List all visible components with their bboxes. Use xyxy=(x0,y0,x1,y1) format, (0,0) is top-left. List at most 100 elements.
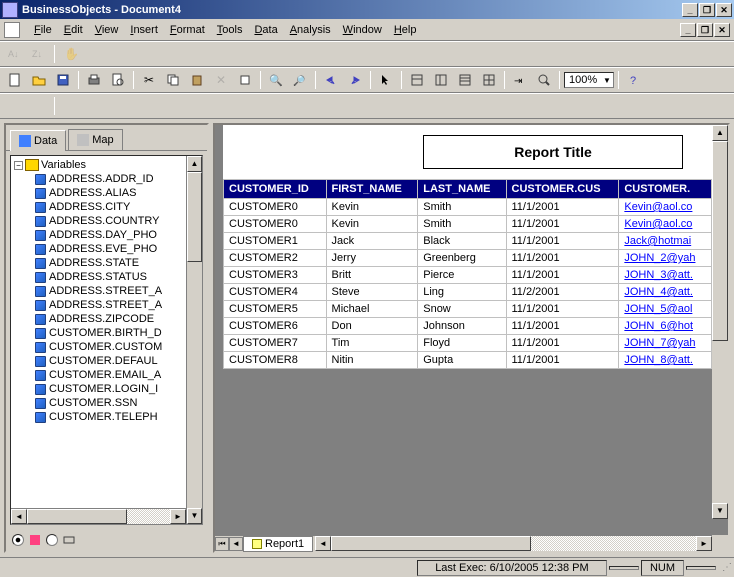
minimize-button[interactable]: _ xyxy=(682,3,698,17)
table-cell[interactable]: Smith xyxy=(418,216,506,233)
view1-button[interactable] xyxy=(406,69,428,91)
tree-item[interactable]: ADDRESS.STATUS xyxy=(13,270,200,284)
table-cell[interactable]: 11/1/2001 xyxy=(506,216,619,233)
tool-c-button[interactable] xyxy=(59,95,81,117)
menu-file[interactable]: File xyxy=(28,22,58,38)
table-row[interactable]: CUSTOMER0KevinSmith11/1/2001Kevin@aol.co xyxy=(224,199,712,216)
tab-nav-first[interactable]: ⏮ xyxy=(215,537,229,551)
tree-item[interactable]: CUSTOMER.CUSTOM xyxy=(13,340,200,354)
table-cell[interactable]: Kevin xyxy=(326,199,418,216)
data-tab[interactable]: Data xyxy=(10,130,66,151)
radio2[interactable] xyxy=(46,534,58,546)
table-cell[interactable]: 11/2/2001 xyxy=(506,284,619,301)
email-link[interactable]: JOHN_4@att. xyxy=(619,284,712,301)
tree-item[interactable]: ADDRESS.DAY_PHO xyxy=(13,228,200,242)
find-next-button[interactable]: 🔎 xyxy=(289,69,311,91)
scroll-left-button[interactable]: ◄ xyxy=(11,509,27,524)
tool-a-button[interactable] xyxy=(4,95,26,117)
email-link[interactable]: JOHN_5@aol xyxy=(619,301,712,318)
email-link[interactable]: Jack@hotmai xyxy=(619,233,712,250)
report-area[interactable]: Report Title CUSTOMER_IDFIRST_NAMELAST_N… xyxy=(215,125,728,535)
table-cell[interactable]: 11/1/2001 xyxy=(506,250,619,267)
table-cell[interactable]: CUSTOMER0 xyxy=(224,216,327,233)
menu-format[interactable]: Format xyxy=(164,22,211,38)
table-row[interactable]: CUSTOMER7TimFloyd11/1/2001JOHN_7@yah xyxy=(224,335,712,352)
column-header[interactable]: CUSTOMER. xyxy=(619,180,712,199)
table-cell[interactable]: CUSTOMER7 xyxy=(224,335,327,352)
tree-item[interactable]: ADDRESS.STREET_A xyxy=(13,284,200,298)
copy-button[interactable] xyxy=(162,69,184,91)
tree-item[interactable]: ADDRESS.EVE_PHO xyxy=(13,242,200,256)
print-button[interactable] xyxy=(83,69,105,91)
tree-vscrollbar[interactable]: ▲ ▼ xyxy=(186,156,202,524)
tree-item[interactable]: ADDRESS.ALIAS xyxy=(13,186,200,200)
tree-item[interactable]: ADDRESS.CITY xyxy=(13,200,200,214)
mdi-restore-button[interactable]: ❐ xyxy=(697,23,713,37)
email-link[interactable]: JOHN_3@att. xyxy=(619,267,712,284)
column-header[interactable]: CUSTOMER_ID xyxy=(224,180,327,199)
table-cell[interactable]: Kevin xyxy=(326,216,418,233)
close-button[interactable]: ✕ xyxy=(716,3,732,17)
mdi-close-button[interactable]: ✕ xyxy=(714,23,730,37)
tree-item[interactable]: ADDRESS.ADDR_ID xyxy=(13,172,200,186)
table-row[interactable]: CUSTOMER3BrittPierce11/1/2001JOHN_3@att. xyxy=(224,267,712,284)
table-row[interactable]: CUSTOMER2JerryGreenberg11/1/2001JOHN_2@y… xyxy=(224,250,712,267)
table-cell[interactable]: 11/1/2001 xyxy=(506,335,619,352)
variables-tree[interactable]: − Variables ADDRESS.ADDR_IDADDRESS.ALIAS… xyxy=(10,155,203,525)
zoom-dropdown-icon[interactable]: ▼ xyxy=(603,76,611,85)
table-cell[interactable]: 11/1/2001 xyxy=(506,267,619,284)
zoom-tool-button[interactable] xyxy=(533,69,555,91)
print-preview-button[interactable] xyxy=(107,69,129,91)
tree-hscrollbar[interactable]: ◄ ► xyxy=(11,508,186,524)
menu-help[interactable]: Help xyxy=(388,22,423,38)
menu-insert[interactable]: Insert xyxy=(124,22,164,38)
table-cell[interactable]: CUSTOMER5 xyxy=(224,301,327,318)
scroll-right-button[interactable]: ► xyxy=(170,509,186,524)
menu-tools[interactable]: Tools xyxy=(211,22,249,38)
table-cell[interactable]: CUSTOMER0 xyxy=(224,199,327,216)
save-button[interactable] xyxy=(52,69,74,91)
table-cell[interactable]: Smith xyxy=(418,199,506,216)
undo-button[interactable] xyxy=(320,69,342,91)
report-vscroll-thumb[interactable] xyxy=(712,141,728,341)
scroll-thumb[interactable] xyxy=(187,172,202,262)
email-link[interactable]: JOHN_2@yah xyxy=(619,250,712,267)
tool-b-button[interactable] xyxy=(28,95,50,117)
report-scroll-left[interactable]: ◄ xyxy=(315,536,331,551)
table-cell[interactable]: Pierce xyxy=(418,267,506,284)
document-icon[interactable] xyxy=(4,22,20,38)
report-table[interactable]: CUSTOMER_IDFIRST_NAMELAST_NAMECUSTOMER.C… xyxy=(223,179,712,369)
delete-button[interactable]: ✕ xyxy=(210,69,232,91)
table-cell[interactable]: Floyd xyxy=(418,335,506,352)
grid-button[interactable] xyxy=(478,69,500,91)
email-link[interactable]: JOHN_6@hot xyxy=(619,318,712,335)
table-cell[interactable]: CUSTOMER4 xyxy=(224,284,327,301)
new-button[interactable] xyxy=(4,69,26,91)
tree-item[interactable]: CUSTOMER.SSN xyxy=(13,396,200,410)
table-cell[interactable]: CUSTOMER3 xyxy=(224,267,327,284)
tree-item[interactable]: CUSTOMER.DEFAUL xyxy=(13,354,200,368)
menu-data[interactable]: Data xyxy=(248,22,283,38)
radio1[interactable] xyxy=(12,534,24,546)
tree-item[interactable]: ADDRESS.STATE xyxy=(13,256,200,270)
table-cell[interactable]: Britt xyxy=(326,267,418,284)
menu-window[interactable]: Window xyxy=(337,22,388,38)
collapse-icon[interactable]: − xyxy=(14,161,23,170)
redo-button[interactable] xyxy=(344,69,366,91)
list-icon[interactable] xyxy=(62,533,76,547)
insert-button[interactable] xyxy=(234,69,256,91)
column-header[interactable]: CUSTOMER.CUS xyxy=(506,180,619,199)
table-row[interactable]: CUSTOMER4SteveLing11/2/2001JOHN_4@att. xyxy=(224,284,712,301)
column-header[interactable]: LAST_NAME xyxy=(418,180,506,199)
tree-item[interactable]: CUSTOMER.TELEPH xyxy=(13,410,200,424)
view2-button[interactable] xyxy=(430,69,452,91)
report-hscrollbar[interactable]: ◄ ► xyxy=(315,535,712,551)
email-link[interactable]: JOHN_7@yah xyxy=(619,335,712,352)
hand-tool-button[interactable]: ✋ xyxy=(59,43,81,65)
restore-button[interactable]: ❐ xyxy=(699,3,715,17)
zoom-input[interactable] xyxy=(569,74,603,86)
email-link[interactable]: Kevin@aol.co xyxy=(619,199,712,216)
table-cell[interactable]: Tim xyxy=(326,335,418,352)
table-cell[interactable]: CUSTOMER1 xyxy=(224,233,327,250)
tab-nav-prev[interactable]: ◄ xyxy=(229,537,243,551)
